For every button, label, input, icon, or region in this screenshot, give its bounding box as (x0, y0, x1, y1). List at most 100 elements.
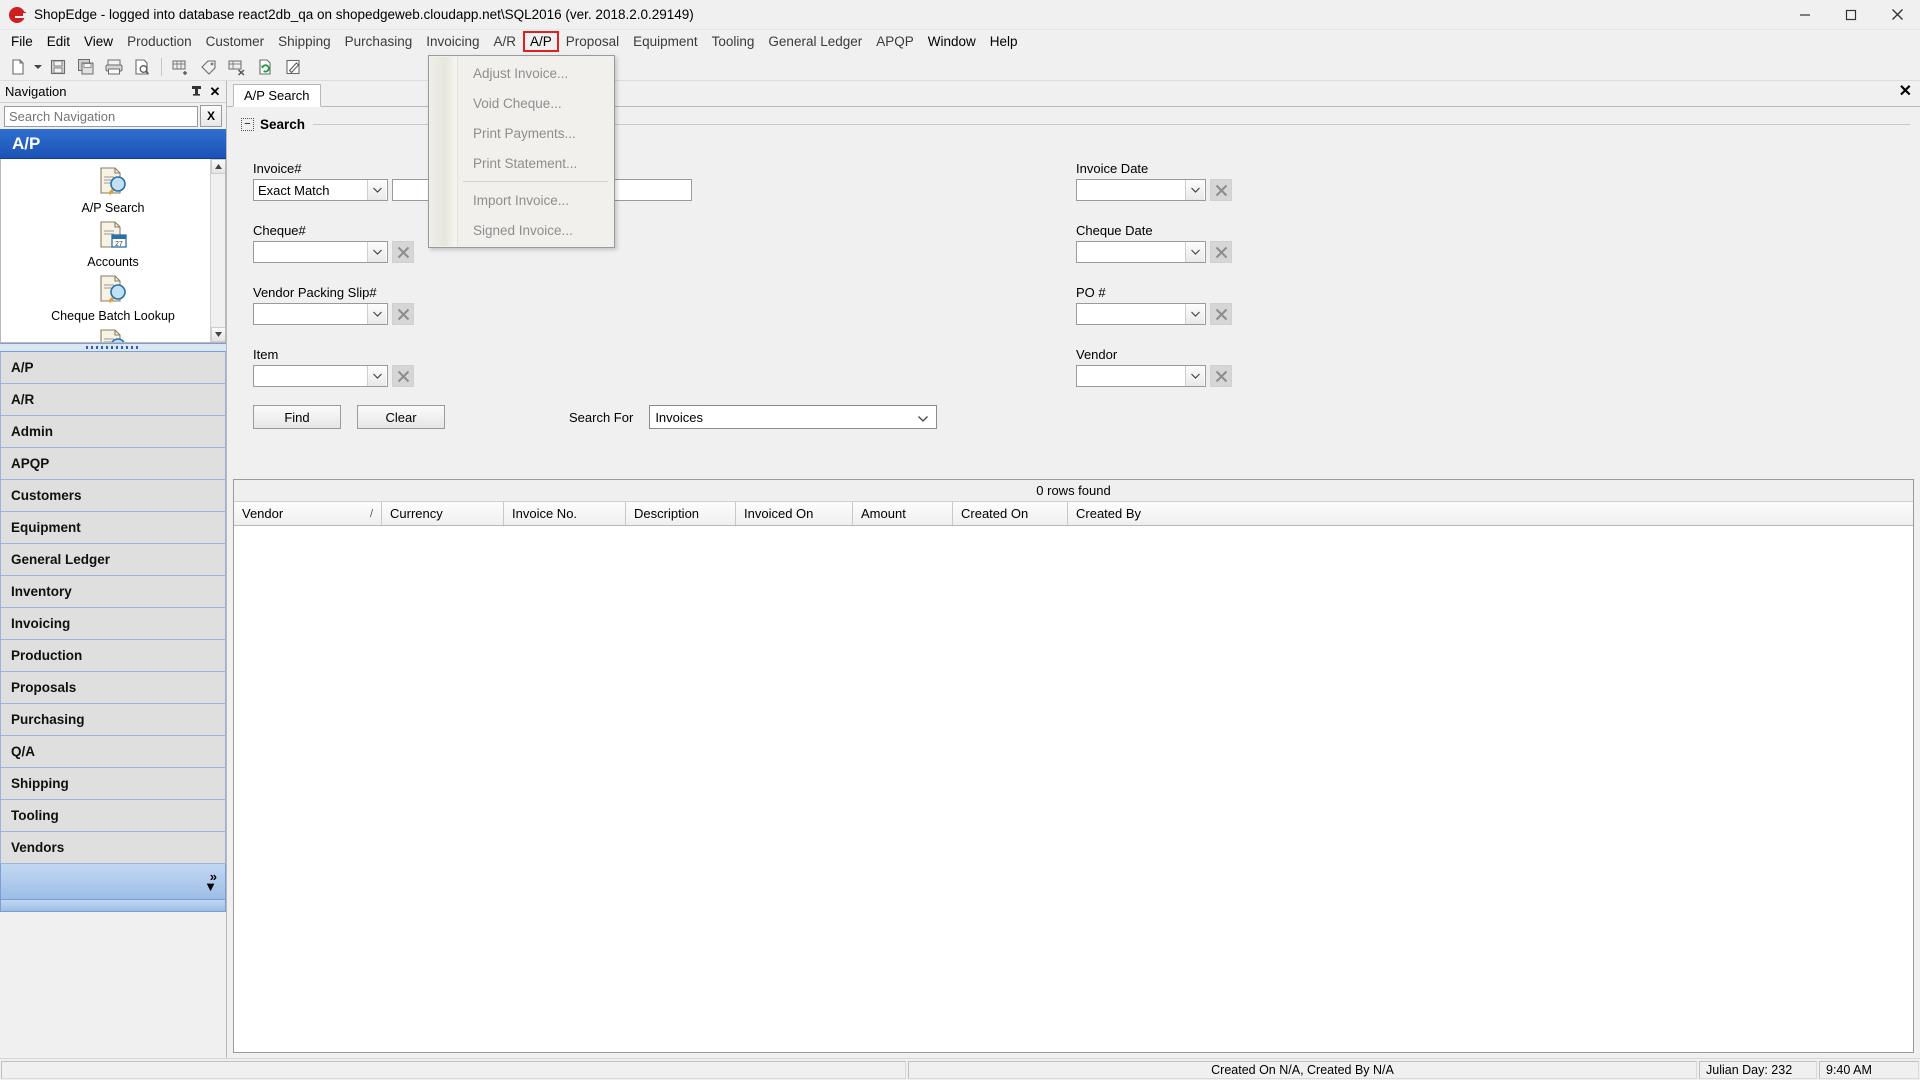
sidebar-item-shipping[interactable]: Shipping (0, 768, 226, 800)
scroll-down-icon[interactable] (211, 327, 225, 342)
tab-ap-search[interactable]: A/P Search (233, 84, 321, 107)
navigation-splitter[interactable] (0, 343, 226, 352)
menu-item-customer[interactable]: Customer (199, 31, 272, 52)
sidebar-item-invoicing[interactable]: Invoicing (0, 608, 226, 640)
menu-item-import-invoice[interactable]: Import Invoice... (429, 185, 614, 215)
printer-icon[interactable] (100, 55, 128, 79)
floppy-disk-icon[interactable] (44, 55, 72, 79)
clear-vendor-packing-slip-button[interactable] (392, 303, 414, 325)
clear-item-button[interactable] (392, 365, 414, 387)
menu-item-shipping[interactable]: Shipping (271, 31, 338, 52)
menu-item-help[interactable]: Help (983, 31, 1025, 52)
column-header-created-by[interactable]: Created By (1068, 502, 1913, 525)
menu-item-general-ledger[interactable]: General Ledger (761, 31, 869, 52)
column-header-amount[interactable]: Amount (853, 502, 953, 525)
nav-shortcut-accounts[interactable]: 27 Accounts (1, 219, 225, 269)
vendor-packing-slip-select[interactable] (253, 303, 388, 325)
navigation-expander-button[interactable]: » ▼ (0, 864, 226, 900)
sidebar-item-inventory[interactable]: Inventory (0, 576, 226, 608)
menu-item-tooling[interactable]: Tooling (705, 31, 762, 52)
invoice-date-picker[interactable] (1076, 179, 1206, 201)
column-header-description[interactable]: Description (626, 502, 736, 525)
search-for-select[interactable]: Invoices (649, 405, 938, 429)
sidebar-item-production[interactable]: Production (0, 640, 226, 672)
clear-invoice-date-button[interactable] (1210, 179, 1232, 201)
collapse-expander-icon[interactable]: − (241, 117, 254, 131)
new-document-icon[interactable] (4, 55, 32, 79)
menu-item-file[interactable]: File (4, 31, 40, 52)
clear-cheque-number-button[interactable] (392, 241, 414, 263)
nav-shortcut-cheque-batch-lookup[interactable]: Cheque Batch Lookup (1, 273, 225, 323)
menu-item-signed-invoice[interactable]: Signed Invoice... (429, 215, 614, 245)
menu-item-production[interactable]: Production (120, 31, 199, 52)
menu-item-void-cheque[interactable]: Void Cheque... (429, 88, 614, 118)
nav-shortcut-ap-search[interactable]: A/P Search (1, 165, 225, 215)
menu-item-print-statement[interactable]: Print Statement... (429, 148, 614, 178)
clear-po-number-button[interactable] (1210, 303, 1232, 325)
window-title: ShopEdge - logged into database react2db… (34, 7, 694, 22)
sidebar-item-vendors[interactable]: Vendors (0, 832, 226, 864)
print-preview-icon[interactable] (128, 55, 156, 79)
clear-cheque-date-button[interactable] (1210, 241, 1232, 263)
menu-item-ap[interactable]: A/P (523, 31, 559, 52)
clear-button[interactable]: Clear (357, 405, 445, 429)
menu-item-apqp[interactable]: APQP (869, 31, 921, 52)
menu-item-proposal[interactable]: Proposal (559, 31, 626, 52)
column-header-invoice-no[interactable]: Invoice No. (504, 502, 626, 525)
pin-icon[interactable] (188, 83, 204, 101)
menu-item-window[interactable]: Window (921, 31, 983, 52)
sidebar-item-ar[interactable]: A/R (0, 384, 226, 416)
column-header-invoiced-on[interactable]: Invoiced On (736, 502, 853, 525)
close-tab-icon[interactable]: ✕ (1899, 83, 1912, 101)
clear-vendor-button[interactable] (1210, 365, 1232, 387)
save-all-icon[interactable] (72, 55, 100, 79)
item-select[interactable] (253, 365, 388, 387)
column-header-created-on[interactable]: Created On (953, 502, 1068, 525)
sidebar-item-general-ledger[interactable]: General Ledger (0, 544, 226, 576)
menu-item-view[interactable]: View (77, 31, 120, 52)
clear-search-button[interactable]: X (200, 105, 222, 127)
sidebar-item-admin[interactable]: Admin (0, 416, 226, 448)
refresh-icon[interactable] (251, 55, 279, 79)
menu-item-invoicing[interactable]: Invoicing (419, 31, 486, 52)
menu-item-print-payments[interactable]: Print Payments... (429, 118, 614, 148)
maximize-button[interactable] (1828, 0, 1874, 30)
grid-rows-container[interactable] (234, 526, 1913, 1052)
field-label: Cheque Date (1076, 223, 1153, 238)
sidebar-item-ap[interactable]: A/P (0, 352, 226, 384)
menu-item-adjust-invoice[interactable]: Adjust Invoice... (429, 58, 614, 88)
close-icon[interactable]: ✕ (207, 83, 223, 101)
column-header-vendor[interactable]: Vendor / (234, 502, 382, 525)
scroll-up-icon[interactable] (211, 159, 225, 174)
find-button[interactable]: Find (253, 405, 341, 429)
invoice-number-match-mode-select[interactable]: Exact Match (253, 179, 388, 201)
delete-row-icon[interactable] (223, 55, 251, 79)
sidebar-item-qa[interactable]: Q/A (0, 736, 226, 768)
po-number-select[interactable] (1076, 303, 1206, 325)
chevron-down-icon (1185, 242, 1204, 262)
cheque-number-select[interactable] (253, 241, 388, 263)
navigation-panel: Navigation ✕ X A/P A/P Search (0, 81, 227, 1058)
navigation-scrollbar[interactable] (210, 159, 225, 342)
nav-shortcut-closed-invoices[interactable]: Closed Invoices (1, 327, 225, 342)
note-edit-icon[interactable] (279, 55, 307, 79)
sidebar-item-purchasing[interactable]: Purchasing (0, 704, 226, 736)
cheque-date-picker[interactable] (1076, 241, 1206, 263)
add-row-icon[interactable] (167, 55, 195, 79)
tag-edit-icon[interactable] (195, 55, 223, 79)
sidebar-item-proposals[interactable]: Proposals (0, 672, 226, 704)
sidebar-item-equipment[interactable]: Equipment (0, 512, 226, 544)
close-button[interactable] (1874, 0, 1920, 30)
menu-item-equipment[interactable]: Equipment (626, 31, 705, 52)
menu-item-purchasing[interactable]: Purchasing (338, 31, 420, 52)
sidebar-item-apqp[interactable]: APQP (0, 448, 226, 480)
menu-item-edit[interactable]: Edit (40, 31, 77, 52)
caret-down-icon[interactable] (32, 55, 44, 79)
sidebar-item-customers[interactable]: Customers (0, 480, 226, 512)
minimize-button[interactable] (1782, 0, 1828, 30)
vendor-select[interactable] (1076, 365, 1206, 387)
menu-item-ar[interactable]: A/R (487, 31, 524, 52)
column-header-currency[interactable]: Currency (382, 502, 504, 525)
search-navigation-input[interactable] (4, 105, 198, 127)
sidebar-item-tooling[interactable]: Tooling (0, 800, 226, 832)
